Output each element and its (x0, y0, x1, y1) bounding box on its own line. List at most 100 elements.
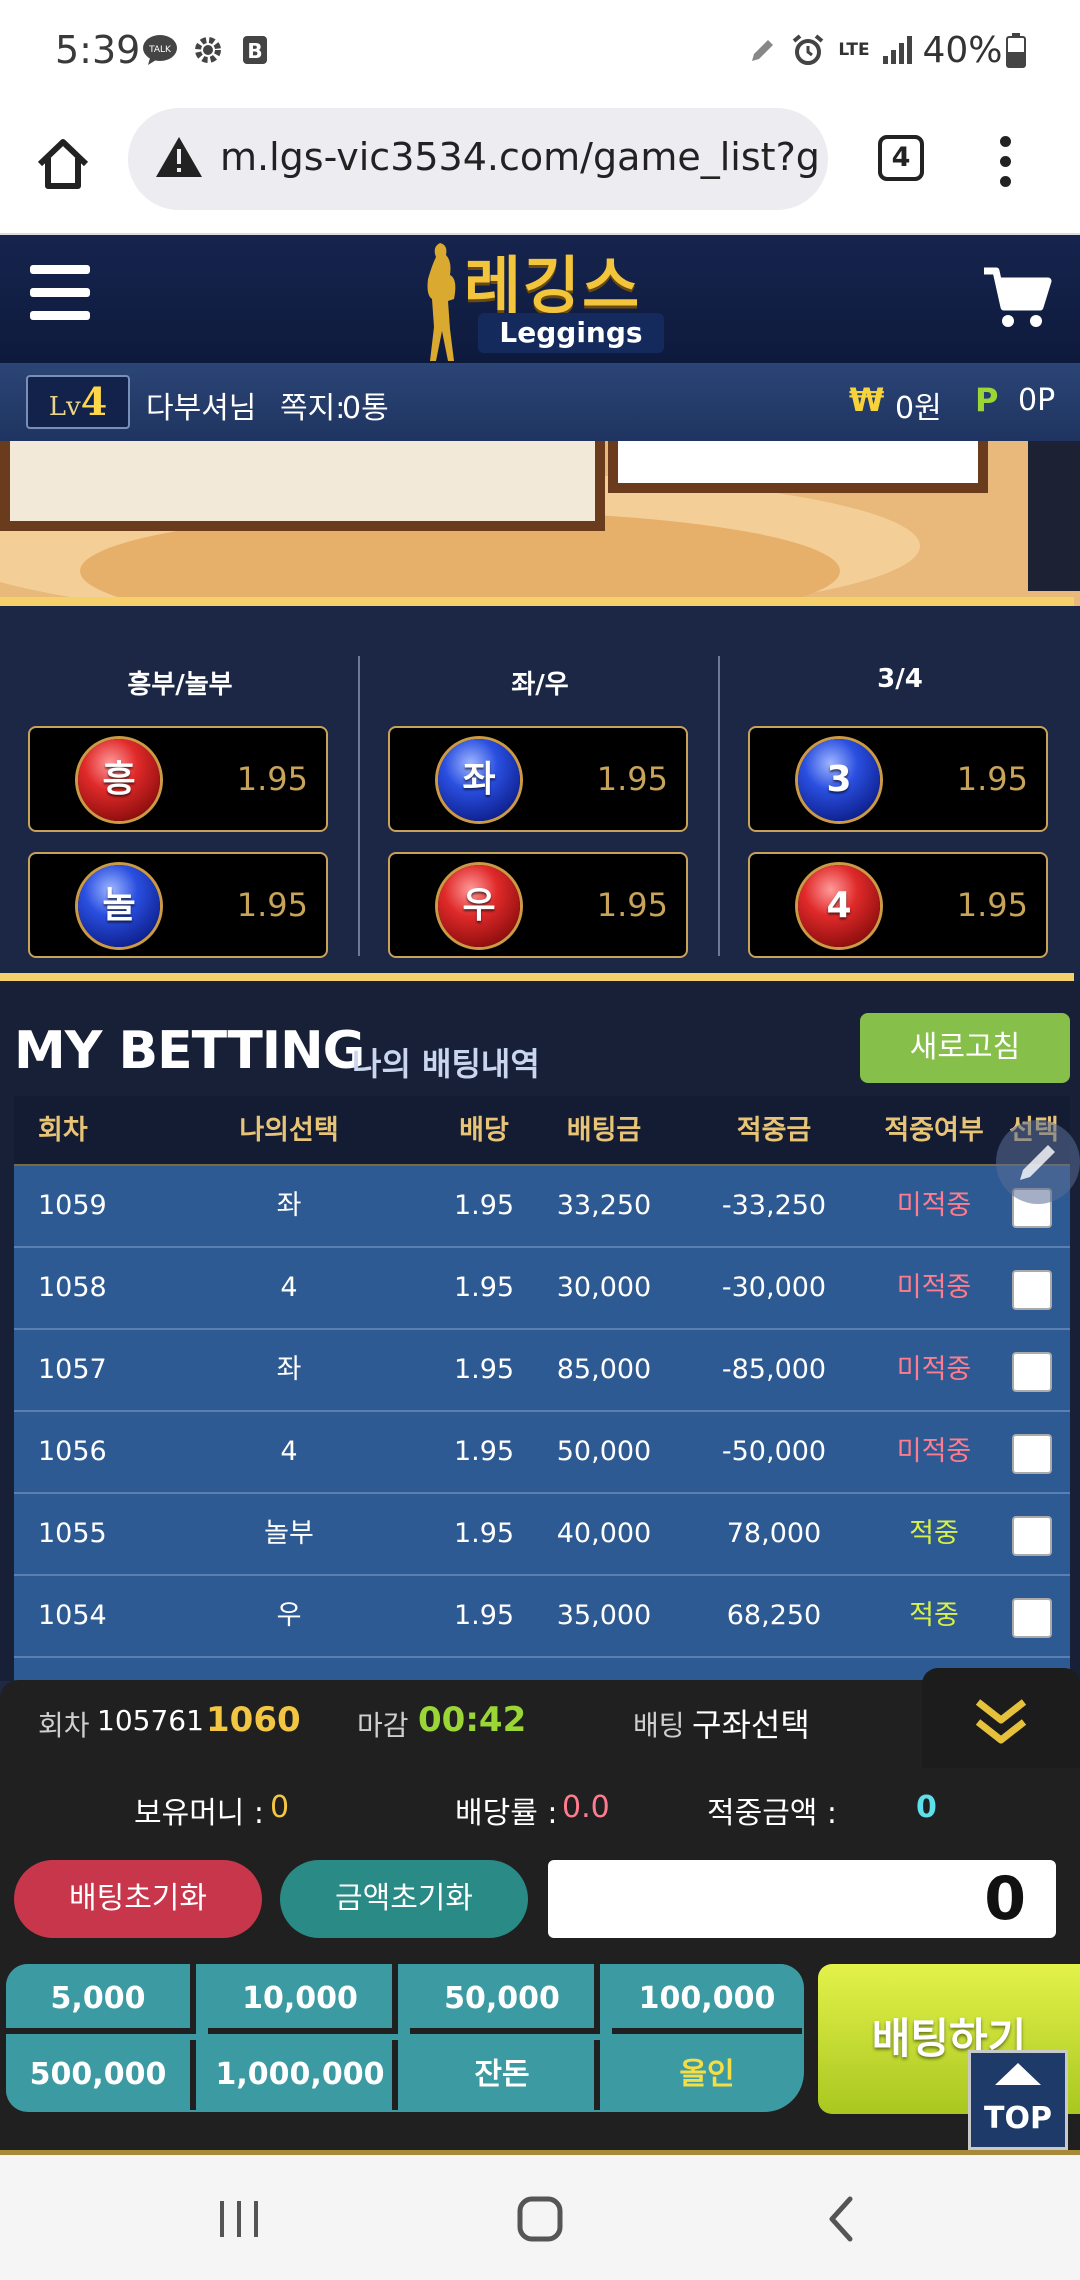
game-board-image-2 (608, 441, 988, 493)
odds-button-nol[interactable]: 놀 1.95 (28, 852, 328, 958)
chip-change[interactable]: 잔돈 (410, 2040, 600, 2110)
amount-cell: 30,000 (556, 1272, 652, 1303)
amount-cell: 40,000 (556, 1518, 652, 1549)
chip-100000[interactable]: 100,000 (612, 1964, 802, 2034)
holding-label: 보유머니 : (134, 1796, 265, 1831)
odds-column-title: 흥부/놀부 (127, 670, 233, 700)
collapse-chevron-icon[interactable] (922, 1668, 1080, 1768)
chip-50000[interactable]: 50,000 (410, 1964, 600, 2034)
edit-pencil-icon[interactable] (996, 1120, 1080, 1204)
close-label: 마감 (357, 1709, 409, 1742)
app-root: 5:39 TALK B LTE 40% m.lgs-vic3534.com/ga… (0, 0, 1080, 2280)
ball-icon: 좌 (438, 739, 520, 821)
win-cell: -30,000 (721, 1272, 827, 1303)
lte-icon: LTE (836, 30, 872, 70)
odds-value: 1.95 (596, 886, 668, 924)
chip-5000[interactable]: 5,000 (6, 1964, 196, 2034)
chip-all-in[interactable]: 올인 (612, 2040, 802, 2110)
note-count[interactable]: 0통 (342, 383, 389, 427)
odds-button-left[interactable]: 좌 1.95 (388, 726, 688, 832)
section-divider (0, 973, 1074, 981)
svg-text:B: B (247, 39, 262, 63)
tab-count-button[interactable]: 4 (878, 135, 924, 181)
svg-text:TALK: TALK (148, 45, 172, 55)
game-banner (0, 441, 1080, 606)
odds-column-title: 좌/우 (511, 670, 569, 700)
bet-choice: 구좌선택 (692, 1706, 810, 1744)
result-cell: 적중 (909, 1600, 959, 1631)
bet-amount-input[interactable]: 0 (548, 1860, 1056, 1938)
logo-korean: 레깅스 (464, 249, 642, 322)
choice-cell: 우 (276, 1600, 302, 1631)
table-row: 1056 4 1.95 50,000 -50,000 미적중 (14, 1412, 1070, 1494)
chip-500000[interactable]: 500,000 (6, 2040, 196, 2110)
warning-icon[interactable] (154, 134, 204, 184)
odds-panel: 흥부/놀부 흥 1.95 놀 1.95 좌/우 좌 1.95 우 1.95 3/… (0, 606, 1080, 981)
my-betting-section: MY BETTING 나의 배팅내역 새로고침 회차 나의선택 배당 배팅금 적… (0, 981, 1080, 1698)
bet-label: 배팅 (633, 1709, 685, 1742)
rate-value: 0.0 (562, 1790, 610, 1825)
money-value: 0원 (895, 391, 942, 426)
hamburger-menu-icon[interactable] (30, 265, 90, 320)
round-cell: 1054 (38, 1600, 107, 1631)
refresh-button[interactable]: 새로고침 (860, 1013, 1070, 1083)
pen-icon (746, 30, 780, 70)
up-arrow-icon (995, 2063, 1041, 2085)
round-cell: 1059 (38, 1190, 107, 1221)
address-bar[interactable]: m.lgs-vic3534.com/game_list?g (128, 108, 828, 210)
points-value: 0P (1018, 383, 1056, 418)
back-nav-icon[interactable] (822, 2193, 862, 2245)
round-label: 회차 (38, 1709, 90, 1742)
round-cell: 1056 (38, 1436, 107, 1467)
table-row: 1057 좌 1.95 85,000 -85,000 미적중 (14, 1330, 1070, 1412)
chip-1000000[interactable]: 1,000,000 (208, 2040, 398, 2110)
bet-slip-info: 회차 105761 1060 마감 00:42 배팅 구좌선택 (0, 1668, 1080, 1768)
rate-label: 배당률 : (455, 1796, 558, 1831)
row-checkbox[interactable] (1012, 1598, 1052, 1638)
odds-column-34: 3/4 3 1.95 4 1.95 (720, 656, 1080, 976)
win-cell: 78,000 (726, 1518, 822, 1549)
amount-cell: 50,000 (556, 1436, 652, 1467)
home-icon[interactable] (28, 128, 98, 198)
cart-icon[interactable] (982, 263, 1052, 333)
odds-button-4[interactable]: 4 1.95 (748, 852, 1048, 958)
reset-amount-button[interactable]: 금액초기화 (280, 1860, 528, 1938)
scroll-top-button[interactable]: TOP (968, 2050, 1068, 2150)
odds-button-right[interactable]: 우 1.95 (388, 852, 688, 958)
row-checkbox[interactable] (1012, 1270, 1052, 1310)
alarm-icon (790, 30, 826, 70)
ball-icon: 3 (798, 739, 880, 821)
result-cell: 미적중 (896, 1354, 972, 1385)
header-amount: 배팅금 (566, 1115, 642, 1146)
round-cell: 1058 (38, 1272, 107, 1303)
reset-bet-button[interactable]: 배팅초기화 (14, 1860, 262, 1938)
home-nav-icon[interactable] (514, 2193, 566, 2245)
current-round: 1060 (206, 1700, 301, 1740)
note-label[interactable]: 쪽지: (280, 383, 345, 427)
header-win: 적중금 (736, 1115, 812, 1146)
bet-slip-summary: 보유머니 : 0 배당률 : 0.0 적중금액 : 0 (0, 1780, 1080, 1840)
ball-icon: 놀 (78, 865, 160, 947)
top-label: TOP (984, 2101, 1052, 2136)
row-checkbox[interactable] (1012, 1434, 1052, 1474)
section-subtitle: 나의 배팅내역 (352, 1045, 540, 1083)
level-prefix: Lv (48, 392, 81, 422)
logo-english: Leggings (478, 313, 664, 353)
odds-button-heung[interactable]: 흥 1.95 (28, 726, 328, 832)
odds-value: 1.95 (236, 760, 308, 798)
site-logo[interactable]: 레깅스 Leggings (412, 235, 672, 363)
game-board-image (0, 441, 605, 531)
site-header: 레깅스 Leggings (0, 235, 1080, 363)
more-menu-icon[interactable] (985, 136, 1025, 196)
row-checkbox[interactable] (1012, 1352, 1052, 1392)
odds-button-3[interactable]: 3 1.95 (748, 726, 1048, 832)
recents-icon[interactable] (212, 2197, 266, 2241)
signal-icon (878, 30, 918, 70)
betting-table: 회차 나의선택 배당 배팅금 적중금 적중여부 선택 1059 좌 1.95 33,2… (14, 1096, 1070, 1698)
header-round: 회차 (38, 1115, 88, 1146)
chip-10000[interactable]: 10,000 (208, 1964, 398, 2034)
row-checkbox[interactable] (1012, 1516, 1052, 1556)
header-result: 적중여부 (884, 1115, 984, 1146)
header-choice: 나의선택 (239, 1115, 339, 1146)
browser-toolbar: m.lgs-vic3534.com/game_list?g 4 (0, 100, 1080, 235)
